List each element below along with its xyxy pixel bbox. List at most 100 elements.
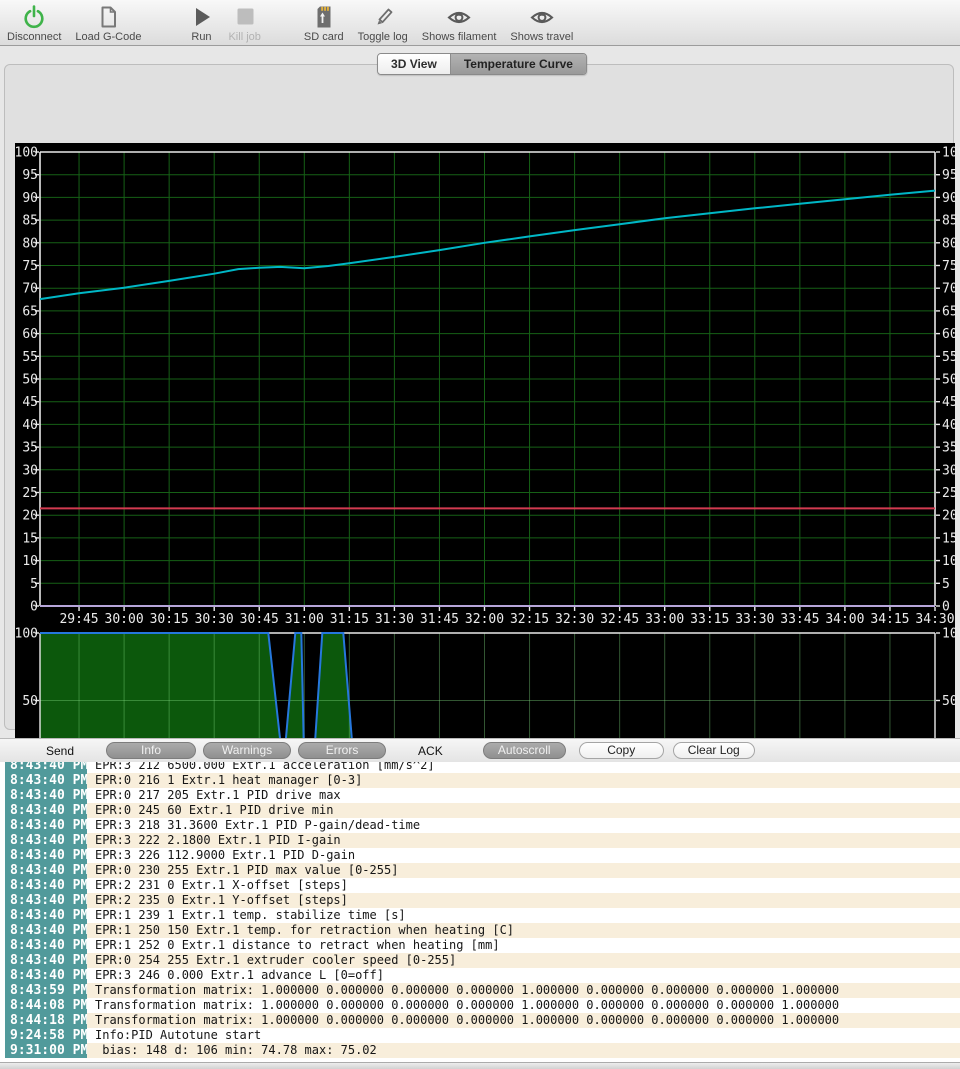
- log-row: 8:43:40 PMEPR:3 218 31.3600 Extr.1 PID P…: [5, 818, 960, 833]
- log-control-bar: Send Info Warnings Errors ACK Autoscroll…: [0, 738, 960, 762]
- svg-text:15: 15: [22, 531, 38, 546]
- svg-text:10: 10: [22, 554, 38, 569]
- svg-text:32:45: 32:45: [600, 612, 639, 627]
- toggle-log-button[interactable]: Toggle log: [358, 3, 408, 43]
- disconnect-button[interactable]: Disconnect: [7, 3, 61, 43]
- svg-text:85: 85: [942, 214, 958, 229]
- log-timestamp: 8:44:08 PM: [5, 998, 87, 1013]
- shows-filament-label: Shows filament: [422, 31, 497, 43]
- svg-text:35: 35: [22, 441, 38, 456]
- log-row: 8:43:40 PMEPR:3 226 112.9000 Extr.1 PID …: [5, 848, 960, 863]
- load-gcode-label: Load G-Code: [75, 31, 141, 43]
- log-timestamp: 8:43:40 PM: [5, 968, 87, 983]
- svg-text:100: 100: [942, 146, 960, 161]
- send-label[interactable]: Send: [46, 744, 74, 758]
- tab-temperature-curve[interactable]: Temperature Curve: [450, 54, 586, 74]
- temperature-curve-panel: 0055101015152020252530303535404045455050…: [4, 64, 954, 730]
- svg-text:95: 95: [22, 168, 38, 183]
- disconnect-label: Disconnect: [7, 31, 61, 43]
- svg-text:30: 30: [22, 463, 38, 478]
- svg-text:100: 100: [15, 627, 38, 642]
- svg-text:20: 20: [942, 509, 958, 524]
- shows-travel-label: Shows travel: [510, 31, 573, 43]
- eye-icon: [528, 3, 556, 30]
- log-message: EPR:3 226 112.9000 Extr.1 PID D-gain: [87, 848, 960, 863]
- log-message: EPR:1 239 1 Extr.1 temp. stabilize time …: [87, 908, 960, 923]
- sd-card-icon: [311, 3, 337, 30]
- svg-text:34:30: 34:30: [915, 612, 954, 627]
- toggle-log-label: Toggle log: [358, 31, 408, 43]
- svg-text:70: 70: [942, 282, 958, 297]
- log-row: 8:43:40 PMEPR:1 252 0 Extr.1 distance to…: [5, 938, 960, 953]
- info-filter-button[interactable]: Info: [106, 742, 196, 759]
- document-icon: [95, 3, 121, 30]
- log-row: 8:43:40 PMEPR:0 230 255 Extr.1 PID max v…: [5, 863, 960, 878]
- log-message: Transformation matrix: 1.000000 0.000000…: [87, 983, 960, 998]
- warnings-filter-button[interactable]: Warnings: [203, 742, 291, 759]
- svg-text:29:45: 29:45: [59, 612, 98, 627]
- svg-text:15: 15: [942, 531, 958, 546]
- log-timestamp: 9:31:00 PM: [5, 1043, 87, 1058]
- temperature-chart: 0055101015152020252530303535404045455050…: [15, 146, 960, 628]
- temperature-and-output-charts: 0055101015152020252530303535404045455050…: [15, 143, 955, 788]
- autoscroll-button[interactable]: Autoscroll: [483, 742, 566, 759]
- log-message: EPR:0 216 1 Extr.1 heat manager [0-3]: [87, 773, 960, 788]
- log-row: 8:43:40 PMEPR:2 235 0 Extr.1 Y-offset [s…: [5, 893, 960, 908]
- log-timestamp: 8:43:40 PM: [5, 863, 87, 878]
- pencil-icon: [370, 3, 396, 30]
- svg-text:33:00: 33:00: [645, 612, 684, 627]
- svg-text:34:00: 34:00: [825, 612, 864, 627]
- log-view[interactable]: 8:43:40 PM EPR:3 212 6500.000 Extr.1 acce…: [0, 762, 960, 1062]
- svg-text:30:15: 30:15: [150, 612, 189, 627]
- repetier-host-window: { "toolbar": { "items": [ {"label": "Dis…: [0, 0, 960, 1069]
- errors-filter-button[interactable]: Errors: [298, 742, 386, 759]
- log-message: EPR:3 212 6500.000 Extr.1 acceleration […: [87, 762, 960, 773]
- svg-text:50: 50: [942, 694, 958, 709]
- sd-card-button[interactable]: SD card: [304, 3, 344, 43]
- log-message: EPR:3 246 0.000 Extr.1 advance L [0=off]: [87, 968, 960, 983]
- kill-job-button[interactable]: Kill job: [228, 3, 260, 43]
- svg-text:5: 5: [30, 577, 38, 592]
- log-message: EPR:0 230 255 Extr.1 PID max value [0-25…: [87, 863, 960, 878]
- log-row: 8:44:18 PMTransformation matrix: 1.00000…: [5, 1013, 960, 1028]
- log-timestamp: 9:24:58 PM: [5, 1028, 87, 1043]
- shows-filament-button[interactable]: Shows filament: [422, 3, 497, 43]
- svg-text:65: 65: [22, 304, 38, 319]
- log-row: 8:43:40 PMEPR:3 222 2.1800 Extr.1 PID I-…: [5, 833, 960, 848]
- view-tabs: 3D View Temperature Curve: [377, 53, 587, 75]
- log-timestamp: 8:43:40 PM: [5, 848, 87, 863]
- log-row: 8:44:08 PMTransformation matrix: 1.00000…: [5, 998, 960, 1013]
- clear-log-button[interactable]: Clear Log: [673, 742, 755, 759]
- shows-travel-button[interactable]: Shows travel: [510, 3, 573, 43]
- tab-3d-view[interactable]: 3D View: [378, 54, 450, 74]
- svg-text:30:30: 30:30: [195, 612, 234, 627]
- svg-text:40: 40: [22, 418, 38, 433]
- log-message: Transformation matrix: 1.000000 0.000000…: [87, 1013, 960, 1028]
- svg-text:80: 80: [22, 236, 38, 251]
- log-message: EPR:3 222 2.1800 Extr.1 PID I-gain: [87, 833, 960, 848]
- copy-button[interactable]: Copy: [579, 742, 664, 759]
- log-timestamp: 8:43:40 PM: [5, 833, 87, 848]
- log-row: 8:43:40 PMEPR:0 254 255 Extr.1 extruder …: [5, 953, 960, 968]
- log-timestamp: 8:43:40 PM: [5, 878, 87, 893]
- charts-canvas: 0055101015152020252530303535404045455050…: [15, 143, 955, 788]
- svg-text:31:30: 31:30: [375, 612, 414, 627]
- svg-text:31:00: 31:00: [285, 612, 324, 627]
- svg-text:31:15: 31:15: [330, 612, 369, 627]
- sd-card-label: SD card: [304, 31, 344, 43]
- svg-text:32:30: 32:30: [555, 612, 594, 627]
- load-gcode-button[interactable]: Load G-Code: [75, 3, 141, 43]
- svg-text:100: 100: [942, 627, 960, 642]
- svg-text:65: 65: [942, 304, 958, 319]
- log-row: 8:43:40 PMEPR:0 245 60 Extr.1 PID drive …: [5, 803, 960, 818]
- ack-label[interactable]: ACK: [418, 744, 443, 758]
- svg-text:40: 40: [942, 418, 958, 433]
- log-row: 8:43:40 PMEPR:1 239 1 Extr.1 temp. stabi…: [5, 908, 960, 923]
- svg-text:30:45: 30:45: [240, 612, 279, 627]
- log-message: EPR:0 217 205 Extr.1 PID drive max: [87, 788, 960, 803]
- svg-text:33:45: 33:45: [780, 612, 819, 627]
- svg-text:90: 90: [22, 191, 38, 206]
- log-timestamp: 8:43:40 PM: [5, 818, 87, 833]
- power-icon: [21, 3, 47, 30]
- run-button[interactable]: Run: [188, 3, 214, 43]
